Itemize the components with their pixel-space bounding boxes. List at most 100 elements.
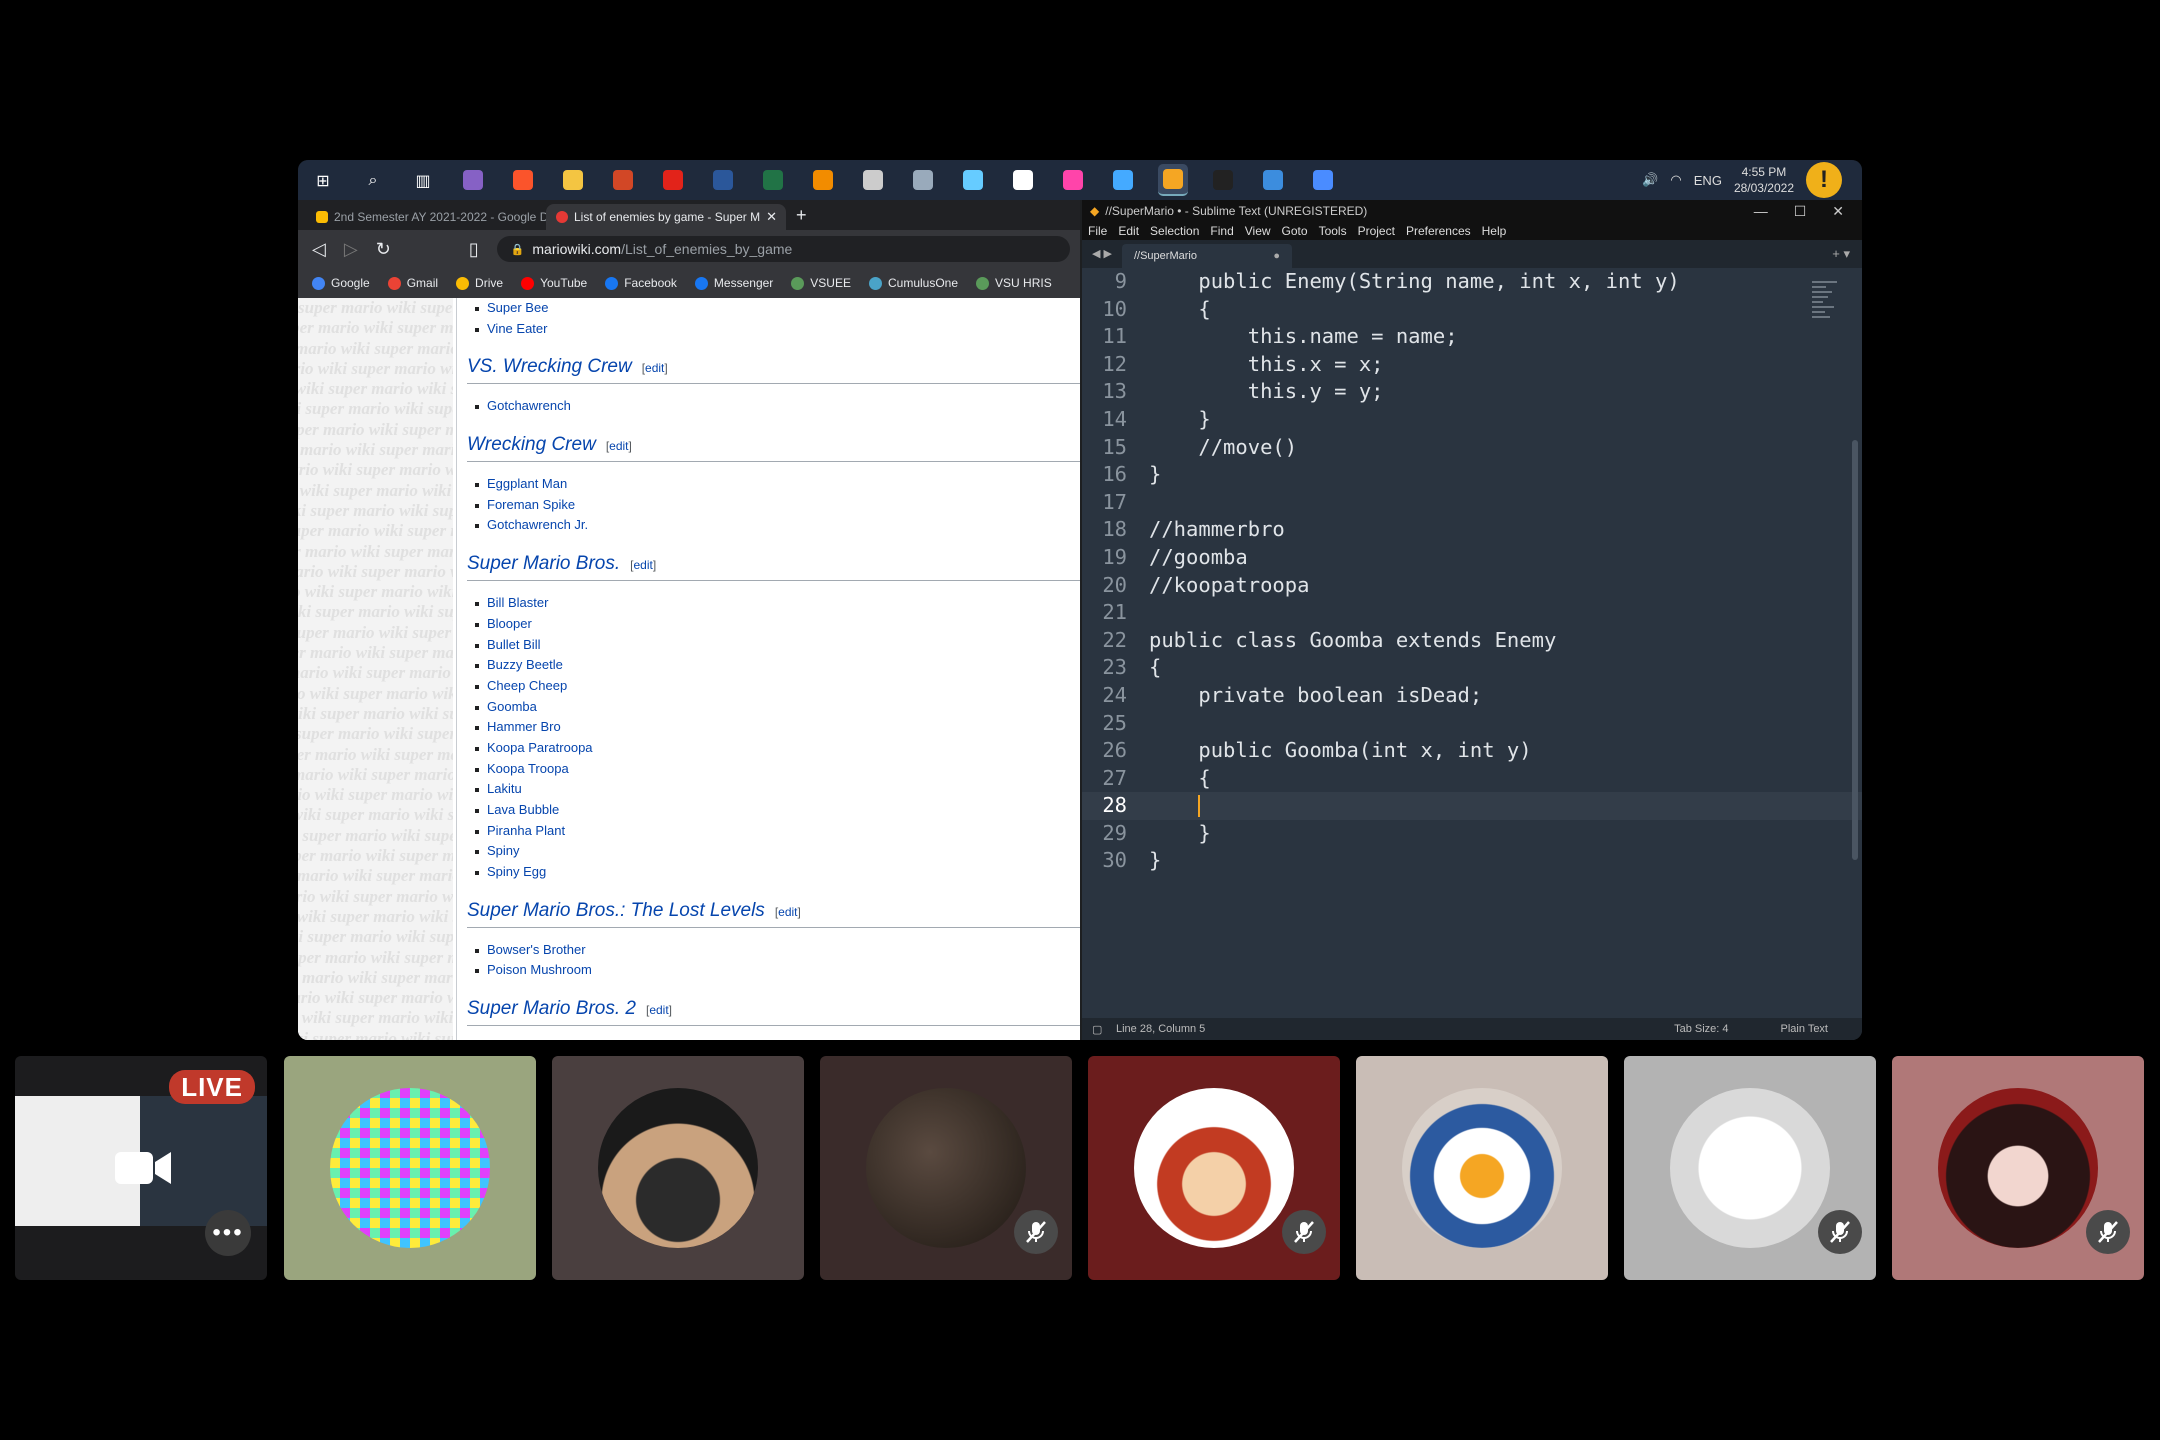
menu-preferences[interactable]: Preferences	[1406, 224, 1471, 238]
menu-goto[interactable]: Goto	[1282, 224, 1308, 238]
file-explorer-icon[interactable]	[558, 165, 588, 195]
bookmark-vsuee[interactable]: VSUEE	[791, 276, 851, 290]
more-options-button[interactable]: •••	[205, 1210, 251, 1256]
enemy-link[interactable]: Bill Blaster	[475, 593, 1080, 614]
menu-selection[interactable]: Selection	[1150, 224, 1199, 238]
terminal-icon[interactable]	[1208, 165, 1238, 195]
bookmark-youtube[interactable]: YouTube	[521, 276, 587, 290]
enemy-link[interactable]: Buzzy Beetle	[475, 655, 1080, 676]
vlc-icon[interactable]	[808, 165, 838, 195]
edit-link[interactable]: [edit]	[642, 361, 668, 375]
excel-icon[interactable]	[758, 165, 788, 195]
new-file-icon[interactable]: + ▾	[1820, 246, 1862, 268]
forward-icon[interactable]: ▷	[344, 239, 358, 260]
syntax-mode[interactable]: Plain Text	[1781, 1023, 1829, 1035]
app-icon[interactable]	[908, 165, 938, 195]
visual-studio-icon[interactable]	[458, 165, 488, 195]
menu-edit[interactable]: Edit	[1118, 224, 1139, 238]
tab-nav-arrows-icon[interactable]: ◀ ▶	[1082, 247, 1122, 268]
close-tab-icon[interactable]: ✕	[766, 209, 777, 225]
bookmark-cumulusone[interactable]: CumulusOne	[868, 276, 958, 290]
browser-tab-mariowiki[interactable]: List of enemies by game - Super M ✕	[546, 204, 786, 230]
menu-file[interactable]: File	[1088, 224, 1107, 238]
clock[interactable]: 4:55 PM 28/03/2022	[1734, 164, 1794, 196]
minimap[interactable]	[1812, 278, 1848, 338]
participant-anime-girl-tile[interactable]	[1892, 1056, 2144, 1280]
code-editor[interactable]: 9 public Enemy(String name, int x, int y…	[1082, 268, 1862, 1018]
enemy-link[interactable]: Spiny Egg	[475, 862, 1080, 883]
bookmark-icon[interactable]: ▯	[469, 239, 479, 260]
close-icon[interactable]: ✕	[1832, 203, 1844, 220]
bookmark-messenger[interactable]: Messenger	[694, 276, 773, 290]
vertical-scrollbar[interactable]	[1852, 440, 1858, 860]
bookmark-drive[interactable]: Drive	[456, 276, 503, 290]
browser-tab-google-docs[interactable]: 2nd Semester AY 2021-2022 - Google D	[306, 204, 546, 230]
app-icon[interactable]	[858, 165, 888, 195]
new-tab-button[interactable]: +	[786, 205, 817, 230]
enemy-link[interactable]: Bullet Bill	[475, 635, 1080, 656]
menu-view[interactable]: View	[1245, 224, 1271, 238]
enemy-link[interactable]: Spiny	[475, 841, 1080, 862]
notion-icon[interactable]	[1008, 165, 1038, 195]
edit-label[interactable]: edit	[609, 439, 628, 453]
edit-link[interactable]: [edit]	[775, 905, 801, 919]
enemy-link[interactable]: Eggplant Man	[475, 474, 1080, 495]
edit-link[interactable]: [edit]	[646, 1003, 672, 1017]
edit-link[interactable]: [edit]	[606, 439, 632, 453]
enemy-link[interactable]: Gotchawrench	[475, 396, 1080, 417]
edit-link[interactable]: [edit]	[630, 558, 656, 572]
screen-share-self-tile[interactable]: LIVE •••	[15, 1056, 267, 1280]
participant-pixel-avatar-tile[interactable]	[284, 1056, 536, 1280]
wifi-icon[interactable]: ◠	[1670, 172, 1681, 188]
reload-icon[interactable]: ↻	[376, 239, 391, 260]
section-title-link[interactable]: Wrecking Crew	[467, 434, 596, 455]
menu-project[interactable]: Project	[1358, 224, 1395, 238]
bookmark-gmail[interactable]: Gmail	[387, 276, 438, 290]
section-title-link[interactable]: Super Mario Bros. 2	[467, 998, 636, 1019]
enemy-link[interactable]: Foreman Spike	[475, 495, 1080, 516]
participant-meme-sketch-tile[interactable]	[1624, 1056, 1876, 1280]
enemy-link[interactable]: Bowser's Brother	[475, 940, 1080, 961]
bookmark-vsu-hris[interactable]: VSU HRIS	[976, 276, 1052, 290]
enemy-link[interactable]: Vine Eater	[475, 319, 1080, 340]
participant-pirate-anime-tile[interactable]	[1088, 1056, 1340, 1280]
enemy-link[interactable]: Albatoss	[487, 1038, 1080, 1040]
app-icon[interactable]	[1108, 165, 1138, 195]
back-icon[interactable]: ◁	[312, 239, 326, 260]
participant-dark-photo-tile[interactable]	[820, 1056, 1072, 1280]
menu-find[interactable]: Find	[1210, 224, 1233, 238]
editor-tab-supermario[interactable]: //SuperMario ●	[1121, 244, 1292, 268]
warning-icon[interactable]: !	[1806, 162, 1842, 198]
cursor-position[interactable]: Line 28, Column 5	[1116, 1023, 1205, 1035]
volume-icon[interactable]: 🔊	[1642, 172, 1658, 188]
app-icon[interactable]	[958, 165, 988, 195]
task-view-icon[interactable]: ▥	[408, 165, 438, 195]
app-icon[interactable]	[1058, 165, 1088, 195]
participant-donald-duck-tile[interactable]	[1356, 1056, 1608, 1280]
menu-help[interactable]: Help	[1482, 224, 1507, 238]
enemy-link[interactable]: Lakitu	[475, 779, 1080, 800]
tab-size[interactable]: Tab Size: 4	[1674, 1023, 1728, 1035]
windows-start-icon[interactable]: ⊞	[308, 165, 338, 195]
enemy-link[interactable]: Cheep Cheep	[475, 676, 1080, 697]
section-title-link[interactable]: VS. Wrecking Crew	[467, 356, 632, 377]
edit-label[interactable]: edit	[649, 1003, 668, 1017]
bookmark-google[interactable]: Google	[312, 276, 370, 290]
powerpoint-icon[interactable]	[608, 165, 638, 195]
minimize-icon[interactable]: —	[1754, 203, 1768, 220]
enemy-link[interactable]: Poison Mushroom	[475, 960, 1080, 981]
participant-masked-person-tile[interactable]	[552, 1056, 804, 1280]
panel-toggle-icon[interactable]: ▢	[1092, 1023, 1102, 1036]
maximize-icon[interactable]: ☐	[1794, 203, 1807, 220]
language-indicator[interactable]: ENG	[1694, 173, 1722, 188]
edit-label[interactable]: edit	[778, 905, 797, 919]
enemy-link[interactable]: Lava Bubble	[475, 800, 1080, 821]
address-bar[interactable]: 🔒 mariowiki.com/List_of_enemies_by_game	[496, 236, 1070, 262]
enemy-link[interactable]: Super Bee	[475, 298, 1080, 319]
enemy-link[interactable]: Gotchawrench Jr.	[475, 515, 1080, 536]
edit-label[interactable]: edit	[633, 558, 652, 572]
enemy-link[interactable]: Koopa Paratroopa	[475, 738, 1080, 759]
search-icon[interactable]: ⌕	[358, 165, 388, 195]
enemy-link[interactable]: Blooper	[475, 614, 1080, 635]
menu-tools[interactable]: Tools	[1319, 224, 1347, 238]
